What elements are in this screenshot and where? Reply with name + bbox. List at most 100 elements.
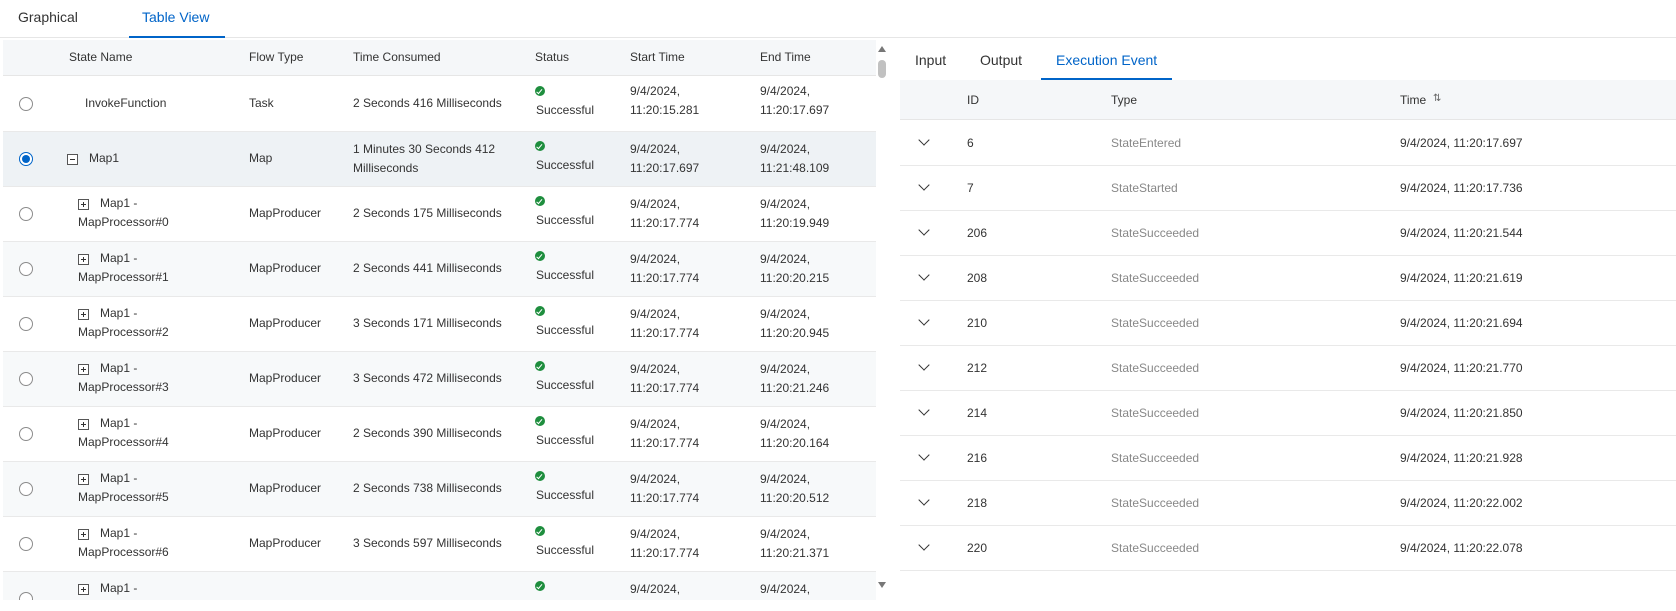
- chevron-down-icon[interactable]: [918, 179, 930, 191]
- start-time-clock: 11:20:17.774: [630, 436, 700, 450]
- chevron-down-icon[interactable]: [918, 449, 930, 461]
- table-row-partial[interactable]: Map1 - 9/4/2024, 9/4/2024,: [3, 572, 876, 600]
- expand-icon[interactable]: [78, 584, 89, 595]
- event-type: StateSucceeded: [1111, 451, 1200, 465]
- start-time-clock: 11:20:17.774: [630, 546, 700, 560]
- end-time-date: 9/4/2024,: [760, 307, 811, 321]
- sort-icon[interactable]: ⇅: [1433, 93, 1445, 105]
- table-row[interactable]: Map1 - MapProcessor#4 MapProducer 2 Seco…: [3, 407, 876, 462]
- start-time-clock: 11:20:15.281: [630, 103, 700, 117]
- event-row[interactable]: 206 StateSucceeded 9/4/2024, 11:20:21.54…: [900, 211, 1676, 256]
- end-time-date: 9/4/2024,: [760, 417, 811, 431]
- tab-execution-event[interactable]: Execution Event: [1041, 40, 1173, 80]
- event-time: 9/4/2024, 11:20:22.078: [1400, 541, 1523, 555]
- end-time-date: 9/4/2024,: [760, 197, 811, 211]
- expand-icon[interactable]: [78, 199, 89, 210]
- start-time-clock: 11:20:17.774: [630, 381, 700, 395]
- chevron-down-icon[interactable]: [918, 539, 930, 551]
- status-text: Successful: [536, 323, 595, 337]
- event-row[interactable]: 214 StateSucceeded 9/4/2024, 11:20:21.85…: [900, 391, 1676, 436]
- tab-output[interactable]: Output: [980, 40, 1022, 80]
- start-time-date: 9/4/2024,: [630, 417, 681, 431]
- chevron-down-icon[interactable]: [918, 269, 930, 281]
- event-type: StateSucceeded: [1111, 406, 1200, 420]
- row-radio[interactable]: [19, 317, 33, 331]
- tab-graphical-view[interactable]: Graphical View: [18, 0, 108, 59]
- event-row[interactable]: 216 StateSucceeded 9/4/2024, 11:20:21.92…: [900, 436, 1676, 481]
- state-name-cont: MapProcessor#3: [78, 380, 169, 394]
- header-end-time: End Time: [760, 50, 811, 64]
- table-row[interactable]: Map1 - MapProcessor#5 MapProducer 2 Seco…: [3, 462, 876, 517]
- event-row[interactable]: 208 StateSucceeded 9/4/2024, 11:20:21.61…: [900, 256, 1676, 301]
- state-name: Map1 -: [100, 581, 138, 595]
- expand-icon[interactable]: [78, 364, 89, 375]
- row-radio[interactable]: [19, 262, 33, 276]
- end-time-clock: 11:20:20.215: [760, 271, 830, 285]
- chevron-down-icon[interactable]: [918, 494, 930, 506]
- table-row[interactable]: Map1 - MapProcessor#2 MapProducer 3 Seco…: [3, 297, 876, 352]
- tab-input[interactable]: Input: [915, 40, 946, 80]
- end-time-date: 9/4/2024,: [760, 142, 811, 156]
- event-row[interactable]: 218 StateSucceeded 9/4/2024, 11:20:22.00…: [900, 481, 1676, 526]
- table-row[interactable]: Map1 - MapProcessor#3 MapProducer 3 Seco…: [3, 352, 876, 407]
- row-radio[interactable]: [19, 537, 33, 551]
- header-time: Time: [1400, 93, 1427, 107]
- time-consumed: 3 Seconds 597 Milliseconds: [353, 536, 502, 550]
- event-row[interactable]: 212 StateSucceeded 9/4/2024, 11:20:21.77…: [900, 346, 1676, 391]
- time-consumed: 2 Seconds 175 Milliseconds: [353, 206, 502, 220]
- row-radio[interactable]: [19, 427, 33, 441]
- expand-icon[interactable]: [78, 474, 89, 485]
- collapse-icon[interactable]: [67, 154, 78, 165]
- table-row-selected[interactable]: Map1 Map 1 Minutes 30 Seconds 412 Millis…: [3, 132, 876, 187]
- row-radio[interactable]: [19, 97, 33, 111]
- table-row[interactable]: Map1 - MapProcessor#0 MapProducer 2 Seco…: [3, 187, 876, 242]
- table-row[interactable]: Map1 - MapProcessor#6 MapProducer 3 Seco…: [3, 517, 876, 572]
- state-name-cont: MapProcessor#6: [78, 545, 169, 559]
- chevron-down-icon[interactable]: [918, 134, 930, 146]
- scroll-up-arrow-icon[interactable]: [878, 46, 886, 52]
- expand-icon[interactable]: [78, 419, 89, 430]
- row-radio[interactable]: [19, 207, 33, 221]
- flow-type: MapProducer: [249, 316, 322, 330]
- success-check-icon: [535, 306, 545, 316]
- start-time-date: 9/4/2024,: [630, 307, 681, 321]
- flow-type: MapProducer: [249, 426, 322, 440]
- expand-icon[interactable]: [78, 254, 89, 265]
- state-name-cont: MapProcessor#0: [78, 215, 169, 229]
- scroll-thumb[interactable]: [878, 60, 886, 78]
- chevron-down-icon[interactable]: [918, 404, 930, 416]
- state-name: Map1 -: [100, 416, 138, 430]
- row-radio[interactable]: [19, 482, 33, 496]
- end-time-date: 9/4/2024,: [760, 472, 811, 486]
- end-time-clock: 11:20:17.697: [760, 103, 830, 117]
- row-radio-checked[interactable]: [19, 152, 33, 166]
- expand-icon[interactable]: [78, 309, 89, 320]
- success-check-icon: [535, 196, 545, 206]
- tab-table-view[interactable]: Table View: [129, 0, 225, 38]
- chevron-down-icon[interactable]: [918, 359, 930, 371]
- chevron-down-icon[interactable]: [918, 314, 930, 326]
- chevron-down-icon[interactable]: [918, 224, 930, 236]
- end-time-date: 9/4/2024,: [760, 362, 811, 376]
- row-radio[interactable]: [19, 592, 33, 600]
- header-status: Status: [535, 50, 570, 64]
- detail-panel: Input Output Execution Event ID Type Tim…: [900, 40, 1676, 600]
- states-table-scrollbar[interactable]: [876, 40, 888, 600]
- expand-icon[interactable]: [78, 529, 89, 540]
- status-text: Successful: [536, 103, 595, 117]
- event-type: StateSucceeded: [1111, 316, 1200, 330]
- row-radio[interactable]: [19, 372, 33, 386]
- scroll-down-arrow-icon[interactable]: [878, 582, 886, 588]
- start-time-date: 9/4/2024,: [630, 582, 681, 596]
- event-row[interactable]: 6 StateEntered 9/4/2024, 11:20:17.697: [900, 121, 1676, 166]
- event-row[interactable]: 7 StateStarted 9/4/2024, 11:20:17.736: [900, 166, 1676, 211]
- event-row[interactable]: 220 StateSucceeded 9/4/2024, 11:20:22.07…: [900, 526, 1676, 571]
- time-consumed: 1 Minutes 30 Seconds 412: [353, 142, 496, 156]
- event-id: 210: [967, 316, 988, 330]
- table-row[interactable]: InvokeFunction Task 2 Seconds 416 Millis…: [3, 77, 876, 132]
- event-id: 218: [967, 496, 988, 510]
- table-row[interactable]: Map1 - MapProcessor#1 MapProducer 2 Seco…: [3, 242, 876, 297]
- event-row[interactable]: 210 StateSucceeded 9/4/2024, 11:20:21.69…: [900, 301, 1676, 346]
- status-text: Successful: [536, 543, 595, 557]
- status-text: Successful: [536, 488, 595, 502]
